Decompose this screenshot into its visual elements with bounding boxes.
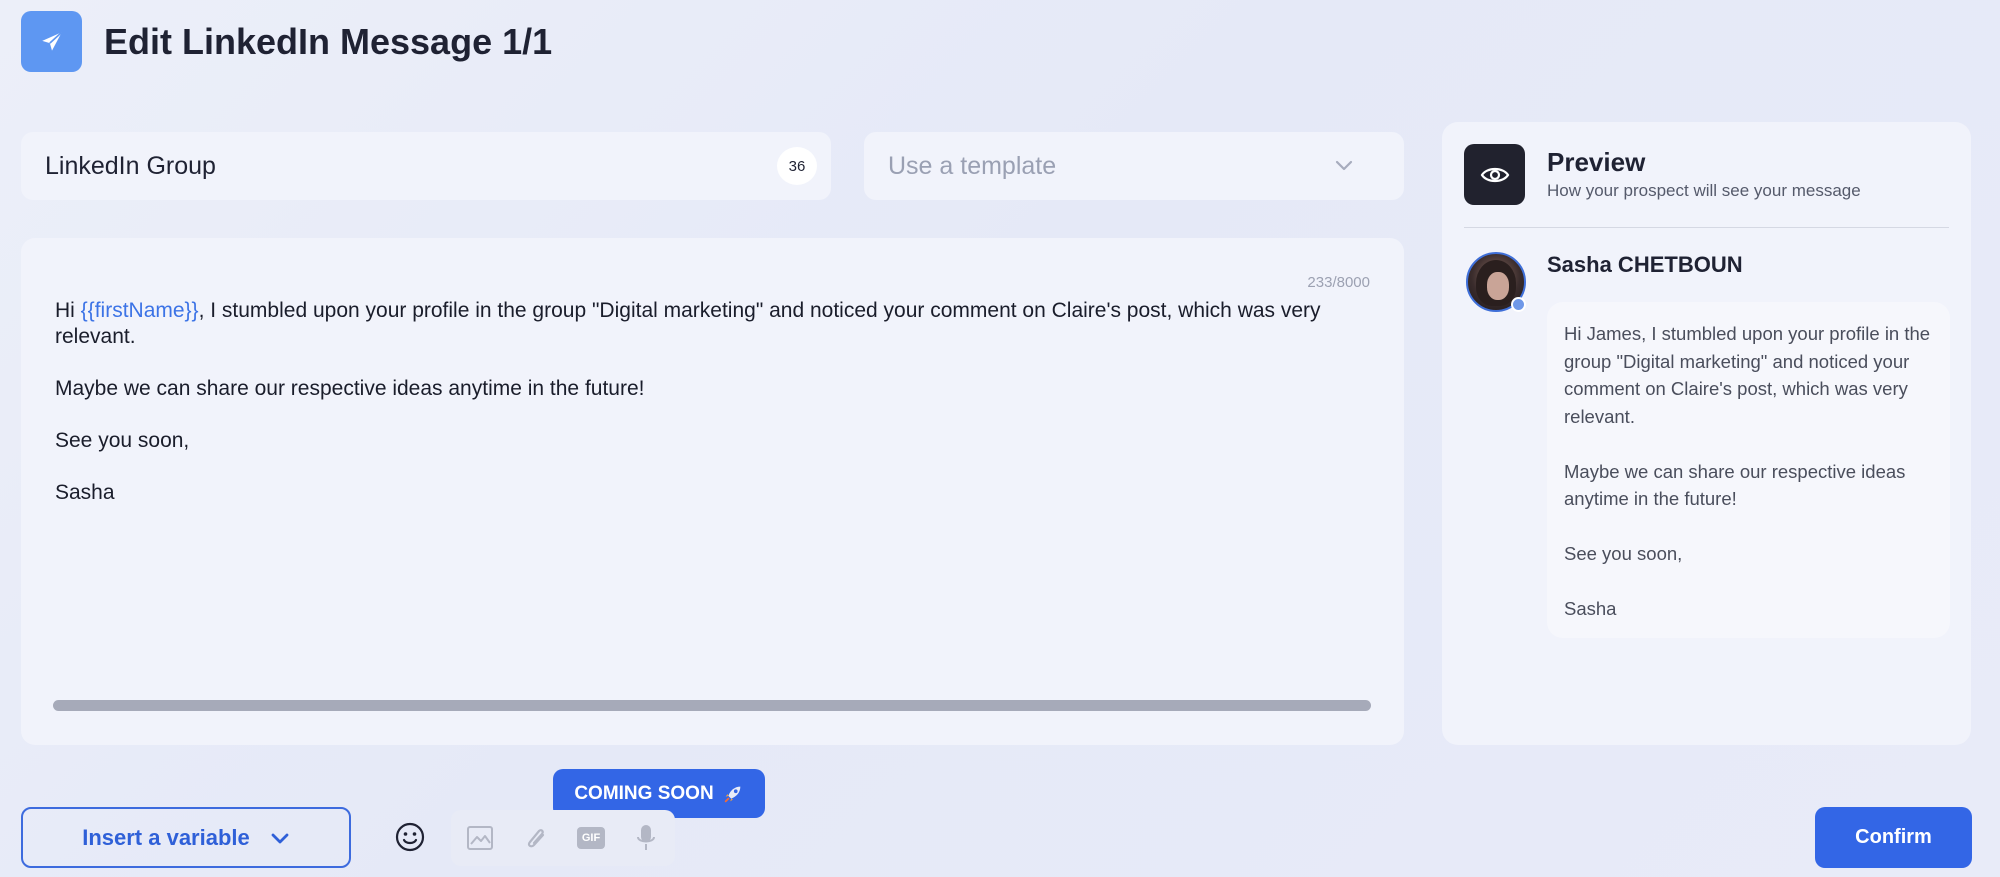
smiley-icon xyxy=(395,822,425,852)
greeting-prefix: Hi xyxy=(55,299,81,322)
insert-variable-label: Insert a variable xyxy=(82,824,250,850)
message-editor[interactable]: 233/8000 Hi {{firstName}}, I stumbled up… xyxy=(21,238,1404,745)
message-line-3: See you soon, xyxy=(55,429,190,452)
sender-name: Sasha CHETBOUN xyxy=(1547,252,1743,277)
gif-icon: GIF xyxy=(577,827,605,849)
media-toolbar: GIF xyxy=(451,810,675,866)
message-line-2: Maybe we can share our respective ideas … xyxy=(55,377,645,400)
preview-title: Preview xyxy=(1547,147,1646,177)
microphone-button xyxy=(631,823,661,853)
confirm-button[interactable]: Confirm xyxy=(1815,807,1972,868)
image-icon xyxy=(467,826,493,850)
preview-icon-box xyxy=(1464,144,1525,205)
chevron-down-icon xyxy=(1335,160,1353,171)
rocket-icon xyxy=(724,786,741,802)
preview-paragraph-3: See you soon, xyxy=(1564,543,1683,564)
message-preview-bubble: Hi James, I stumbled upon your profile i… xyxy=(1547,302,1950,638)
chevron-down-icon xyxy=(271,833,289,843)
preview-subtitle: How your prospect will see your message xyxy=(1547,181,1861,200)
attachment-button xyxy=(521,823,551,853)
app-logo xyxy=(21,11,82,72)
template-select[interactable]: Use a template xyxy=(864,132,1404,200)
char-counter: 233/8000 xyxy=(1307,274,1370,291)
preview-paragraph-1: Hi James, I stumbled upon your profile i… xyxy=(1564,323,1931,427)
insert-variable-button[interactable]: Insert a variable xyxy=(21,807,351,868)
gif-button: GIF xyxy=(576,823,606,853)
message-line-1: Hi {{firstName}}, I stumbled upon your p… xyxy=(55,298,1385,350)
message-text[interactable]: Hi {{firstName}}, I stumbled upon your p… xyxy=(55,298,1385,532)
paperclip-icon xyxy=(527,829,545,848)
preview-panel: Preview How your prospect will see your … xyxy=(1442,122,1971,745)
image-button xyxy=(465,823,495,853)
group-field-value: LinkedIn Group xyxy=(45,151,216,180)
variable-token-firstname[interactable]: {{firstName}} xyxy=(81,299,199,322)
message-line-4: Sasha xyxy=(55,481,115,504)
online-status-dot xyxy=(1511,297,1526,312)
group-count-badge: 36 xyxy=(777,147,817,185)
microphone-icon xyxy=(637,825,655,850)
template-select-placeholder: Use a template xyxy=(888,151,1057,180)
eye-icon xyxy=(1480,167,1509,182)
linkedin-group-field[interactable]: LinkedIn Group 36 xyxy=(21,132,831,200)
preview-paragraph-2: Maybe we can share our respective ideas … xyxy=(1564,460,1906,510)
paper-plane-icon xyxy=(41,31,62,51)
preview-divider xyxy=(1464,227,1949,228)
emoji-button[interactable] xyxy=(393,820,427,854)
horizontal-scrollbar[interactable] xyxy=(53,700,1371,711)
page-title: Edit LinkedIn Message 1/1 xyxy=(104,21,553,62)
preview-paragraph-4: Sasha xyxy=(1564,598,1617,619)
coming-soon-label: COMING SOON xyxy=(574,782,714,804)
line-1-text: , I stumbled upon your profile in the gr… xyxy=(55,299,1321,348)
